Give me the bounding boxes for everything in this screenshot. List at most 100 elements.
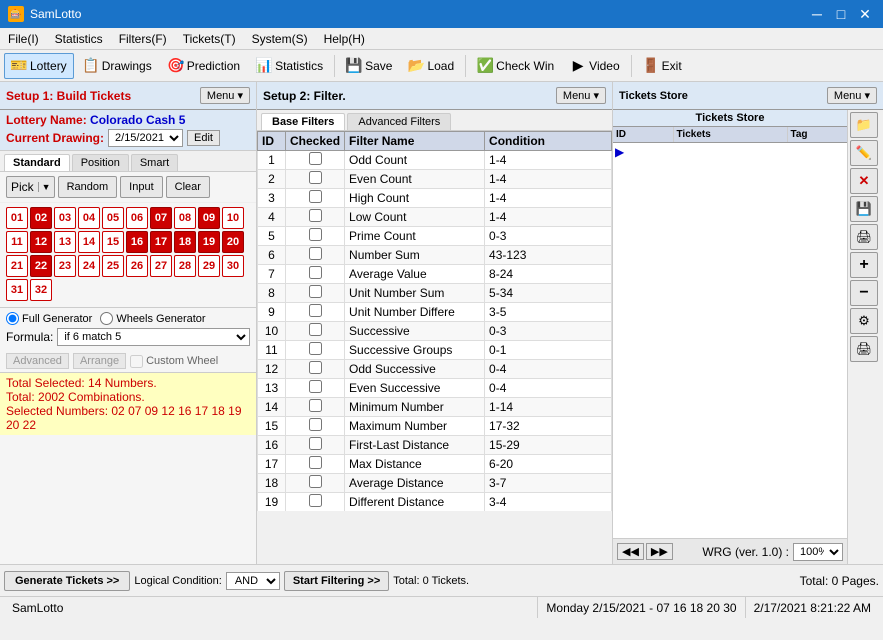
generate-tickets-button[interactable]: Generate Tickets >> (4, 571, 130, 591)
filter-row[interactable]: 16 First-Last Distance 15-29 (258, 436, 612, 455)
filter-checked-cell[interactable] (286, 379, 345, 398)
filter-checked-cell[interactable] (286, 265, 345, 284)
filter-checkbox[interactable] (309, 475, 322, 488)
maximize-button[interactable]: □ (831, 4, 851, 24)
add-button[interactable]: + (850, 252, 878, 278)
filter-checked-cell[interactable] (286, 398, 345, 417)
number-button[interactable]: 17 (150, 231, 172, 253)
number-button[interactable]: 13 (54, 231, 76, 253)
pick-dropdown[interactable]: Pick ▼ (6, 176, 55, 198)
filter-row[interactable]: 12 Odd Successive 0-4 (258, 360, 612, 379)
filter-checkbox[interactable] (309, 323, 322, 336)
number-button[interactable]: 32 (30, 279, 52, 301)
number-button[interactable]: 20 (222, 231, 244, 253)
filter-checked-cell[interactable] (286, 208, 345, 227)
filter-checkbox[interactable] (309, 152, 322, 165)
number-button[interactable]: 24 (78, 255, 100, 277)
edit-button[interactable]: Edit (187, 130, 220, 146)
filter-checkbox[interactable] (309, 171, 322, 184)
number-button[interactable]: 30 (222, 255, 244, 277)
tab-smart[interactable]: Smart (131, 154, 178, 171)
delete-button[interactable]: ✕ (850, 168, 878, 194)
left-panel-menu[interactable]: Menu ▾ (200, 87, 250, 104)
toolbar-statistics[interactable]: 📊 Statistics (249, 53, 330, 79)
filter-row[interactable]: 7 Average Value 8-24 (258, 265, 612, 284)
filter-checked-cell[interactable] (286, 151, 345, 170)
formula-select[interactable]: if 6 match 5 if 7 match 5 if 8 match 5 (57, 328, 250, 346)
tickets-store-menu[interactable]: Menu ▾ (827, 87, 877, 104)
filter-row[interactable]: 18 Average Distance 3-7 (258, 474, 612, 493)
filter-checked-cell[interactable] (286, 455, 345, 474)
filter-checkbox[interactable] (309, 399, 322, 412)
number-button[interactable]: 15 (102, 231, 124, 253)
drawing-select[interactable]: 2/15/2021 (108, 129, 183, 147)
tab-position[interactable]: Position (72, 154, 129, 171)
filter-checkbox[interactable] (309, 437, 322, 450)
menu-system[interactable]: System(S) (244, 30, 316, 48)
wheels-generator-radio[interactable] (100, 312, 113, 325)
filter-row[interactable]: 8 Unit Number Sum 5-34 (258, 284, 612, 303)
number-button[interactable]: 28 (174, 255, 196, 277)
filter-row[interactable]: 13 Even Successive 0-4 (258, 379, 612, 398)
toolbar-prediction[interactable]: 🎯 Prediction (161, 53, 247, 79)
filter-checked-cell[interactable] (286, 170, 345, 189)
filter-checked-cell[interactable] (286, 284, 345, 303)
toolbar-checkwin[interactable]: ✅ Check Win (470, 53, 561, 79)
middle-panel-menu[interactable]: Menu ▾ (556, 87, 606, 104)
filter-checkbox[interactable] (309, 228, 322, 241)
filter-checkbox[interactable] (309, 361, 322, 374)
filter-checkbox[interactable] (309, 209, 322, 222)
number-button[interactable]: 08 (174, 207, 196, 229)
wrg-next-button[interactable]: ▶▶ (646, 543, 673, 560)
filter-table-container[interactable]: ID Checked Filter Name Condition 1 Odd C… (257, 131, 612, 511)
number-button[interactable]: 16 (126, 231, 148, 253)
filter-checked-cell[interactable] (286, 341, 345, 360)
filter-checkbox[interactable] (309, 380, 322, 393)
number-button[interactable]: 27 (150, 255, 172, 277)
filter-row[interactable]: 17 Max Distance 6-20 (258, 455, 612, 474)
number-button[interactable]: 21 (6, 255, 28, 277)
tab-advanced-filters[interactable]: Advanced Filters (347, 113, 451, 130)
tab-standard[interactable]: Standard (4, 154, 70, 171)
number-button[interactable]: 09 (198, 207, 220, 229)
filter-row[interactable]: 15 Maximum Number 17-32 (258, 417, 612, 436)
filter-checked-cell[interactable] (286, 474, 345, 493)
zoom-select[interactable]: 100% 75% 50% (793, 543, 843, 561)
logical-condition-select[interactable]: AND OR (226, 572, 280, 590)
random-button[interactable]: Random (58, 176, 118, 198)
filter-row[interactable]: 9 Unit Number Differe 3-5 (258, 303, 612, 322)
toolbar-exit[interactable]: 🚪 Exit (636, 53, 689, 79)
open-folder-button[interactable]: 📁 (850, 112, 878, 138)
minimize-button[interactable]: ─ (807, 4, 827, 24)
filter-checkbox[interactable] (309, 190, 322, 203)
filter-checkbox[interactable] (309, 456, 322, 469)
menu-tickets[interactable]: Tickets(T) (175, 30, 244, 48)
number-button[interactable]: 26 (126, 255, 148, 277)
input-button[interactable]: Input (120, 176, 162, 198)
number-button[interactable]: 22 (30, 255, 52, 277)
print2-button[interactable]: 🖨 (850, 336, 878, 362)
start-filtering-button[interactable]: Start Filtering >> (284, 571, 389, 591)
filter-checkbox[interactable] (309, 342, 322, 355)
filter-checkbox[interactable] (309, 418, 322, 431)
filter-checked-cell[interactable] (286, 303, 345, 322)
filter-row[interactable]: 19 Different Distance 3-4 (258, 493, 612, 512)
number-button[interactable]: 19 (198, 231, 220, 253)
remove-button[interactable]: − (850, 280, 878, 306)
number-button[interactable]: 04 (78, 207, 100, 229)
filter-checked-cell[interactable] (286, 436, 345, 455)
filter-checkbox[interactable] (309, 494, 322, 507)
number-button[interactable]: 03 (54, 207, 76, 229)
number-button[interactable]: 14 (78, 231, 100, 253)
filter-row[interactable]: 6 Number Sum 43-123 (258, 246, 612, 265)
number-button[interactable]: 29 (198, 255, 220, 277)
number-button[interactable]: 23 (54, 255, 76, 277)
number-button[interactable]: 25 (102, 255, 124, 277)
filter-checked-cell[interactable] (286, 360, 345, 379)
full-generator-radio[interactable] (6, 312, 19, 325)
number-button[interactable]: 12 (30, 231, 52, 253)
filter-checked-cell[interactable] (286, 322, 345, 341)
number-button[interactable]: 05 (102, 207, 124, 229)
clear-button[interactable]: Clear (166, 176, 210, 198)
wrg-prev-button[interactable]: ◀◀ (617, 543, 644, 560)
